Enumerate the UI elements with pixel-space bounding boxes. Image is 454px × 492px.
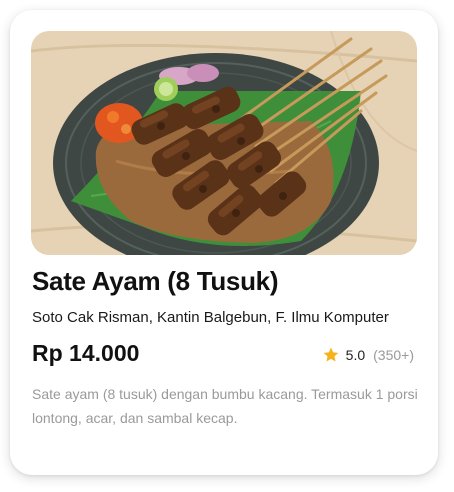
menu-item-card[interactable]: Sate Ayam (8 Tusuk) Soto Cak Risman, Kan… xyxy=(10,10,438,475)
rating-score: 5.0 xyxy=(345,347,366,363)
rating-count: (350+) xyxy=(373,347,414,363)
menu-item-price: Rp 14.000 xyxy=(32,340,140,366)
sate-ayam-photo-icon xyxy=(31,31,417,255)
rating: 5.0 (350+) xyxy=(322,346,414,364)
menu-item-title: Sate Ayam (8 Tusuk) xyxy=(32,266,279,296)
vendor-location: Soto Cak Risman, Kantin Balgebun, F. Ilm… xyxy=(32,309,389,326)
star-icon xyxy=(323,347,339,362)
food-photo xyxy=(31,31,417,255)
menu-item-description: Sate ayam (8 tusuk) dengan bumbu kacang.… xyxy=(32,386,418,426)
